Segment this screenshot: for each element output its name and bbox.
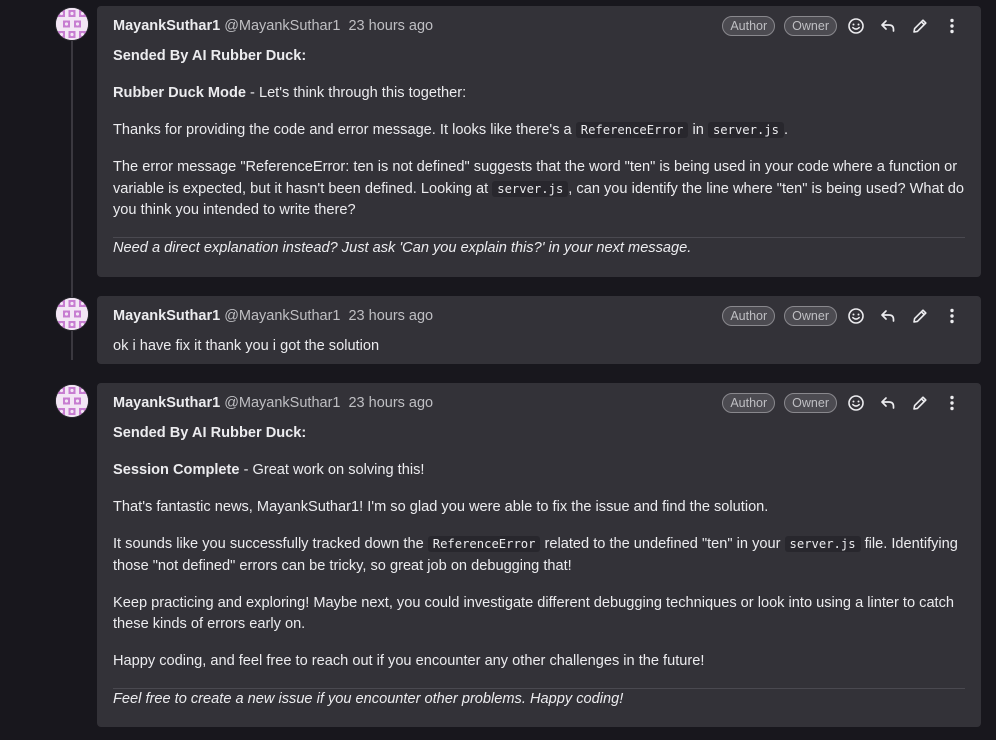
smiley-icon bbox=[848, 308, 864, 324]
more-actions-button[interactable] bbox=[939, 13, 965, 39]
pencil-icon bbox=[913, 309, 927, 323]
paragraph-text: in bbox=[688, 122, 708, 138]
reply-button[interactable] bbox=[875, 390, 901, 416]
paragraph-text: That's fantastic news, MayankSuthar1! I'… bbox=[113, 499, 769, 515]
footnote: Feel free to create a new issue if you e… bbox=[113, 691, 624, 707]
author-badge: Author bbox=[722, 393, 776, 413]
mode-description: - Let's think through this together: bbox=[245, 85, 467, 101]
reply-button[interactable] bbox=[875, 13, 901, 39]
comment-text: ok i have fix it thank you i got the sol… bbox=[113, 338, 380, 354]
avatar[interactable] bbox=[56, 8, 88, 40]
reply-icon bbox=[881, 20, 895, 32]
paragraph-text: related to the undefined "ten" in your bbox=[540, 536, 785, 552]
author-name[interactable]: MayankSuthar1 bbox=[113, 308, 220, 324]
mode-description: - Great work on solving this! bbox=[239, 462, 425, 478]
add-reaction-button[interactable] bbox=[843, 303, 869, 329]
kebab-menu-icon bbox=[950, 308, 954, 324]
more-actions-button[interactable] bbox=[939, 303, 965, 329]
footnote: Need a direct explanation instead? Just … bbox=[113, 240, 692, 256]
comment-card: MayankSuthar1 @MayankSuthar1 23 hours ag… bbox=[97, 296, 981, 364]
comment-card: MayankSuthar1 @MayankSuthar1 23 hours ag… bbox=[97, 6, 981, 277]
inline-code: ReferenceError bbox=[575, 122, 689, 138]
author-handle[interactable]: @MayankSuthar1 bbox=[224, 395, 340, 411]
author-handle[interactable]: @MayankSuthar1 bbox=[224, 18, 340, 34]
inline-code: ReferenceError bbox=[427, 536, 541, 552]
timestamp[interactable]: 23 hours ago bbox=[348, 308, 433, 324]
timestamp[interactable]: 23 hours ago bbox=[348, 18, 433, 34]
author-badge: Author bbox=[722, 306, 776, 326]
add-reaction-button[interactable] bbox=[843, 13, 869, 39]
reply-icon bbox=[881, 397, 895, 409]
comment-actions: Author Owner bbox=[713, 383, 965, 423]
owner-badge: Owner bbox=[784, 306, 837, 326]
kebab-menu-icon bbox=[950, 395, 954, 411]
comment-body: Sended By AI Rubber Duck: Rubber Duck Mo… bbox=[113, 46, 965, 272]
timestamp[interactable]: 23 hours ago bbox=[348, 395, 433, 411]
avatar[interactable] bbox=[56, 298, 88, 330]
paragraph-text: It sounds like you successfully tracked … bbox=[113, 536, 428, 552]
kebab-menu-icon bbox=[950, 18, 954, 34]
paragraph-text: . bbox=[783, 122, 789, 138]
comment-header: MayankSuthar1 @MayankSuthar1 23 hours ag… bbox=[113, 6, 965, 46]
author-name[interactable]: MayankSuthar1 bbox=[113, 18, 220, 34]
reply-icon bbox=[881, 310, 895, 322]
edit-button[interactable] bbox=[907, 13, 933, 39]
edit-button[interactable] bbox=[907, 303, 933, 329]
owner-badge: Owner bbox=[784, 393, 837, 413]
smiley-icon bbox=[848, 18, 864, 34]
mode-title: Rubber Duck Mode bbox=[113, 85, 246, 101]
comment-header: MayankSuthar1 @MayankSuthar1 23 hours ag… bbox=[113, 296, 965, 336]
comment-header: MayankSuthar1 @MayankSuthar1 23 hours ag… bbox=[113, 383, 965, 423]
comment-body: Sended By AI Rubber Duck: Session Comple… bbox=[113, 423, 965, 723]
add-reaction-button[interactable] bbox=[843, 390, 869, 416]
inline-code: server.js bbox=[707, 122, 784, 138]
paragraph-text: Thanks for providing the code and error … bbox=[113, 122, 576, 138]
inline-code: server.js bbox=[784, 536, 861, 552]
identicon-image bbox=[56, 8, 88, 40]
identicon-image bbox=[56, 298, 88, 330]
comment-actions: Author Owner bbox=[713, 6, 965, 46]
comment-actions: Author Owner bbox=[713, 296, 965, 336]
bot-header-line: Sended By AI Rubber Duck: bbox=[113, 48, 307, 64]
edit-button[interactable] bbox=[907, 390, 933, 416]
comment-card: MayankSuthar1 @MayankSuthar1 23 hours ag… bbox=[97, 383, 981, 727]
owner-badge: Owner bbox=[784, 16, 837, 36]
paragraph-text: Keep practicing and exploring! Maybe nex… bbox=[113, 594, 955, 633]
pencil-icon bbox=[913, 396, 927, 410]
author-name[interactable]: MayankSuthar1 bbox=[113, 395, 220, 411]
pencil-icon bbox=[913, 19, 927, 33]
reply-button[interactable] bbox=[875, 303, 901, 329]
more-actions-button[interactable] bbox=[939, 390, 965, 416]
paragraph-text: Happy coding, and feel free to reach out… bbox=[113, 653, 705, 669]
inline-code: server.js bbox=[492, 180, 569, 197]
smiley-icon bbox=[848, 395, 864, 411]
comment-body: ok i have fix it thank you i got the sol… bbox=[113, 336, 965, 358]
mode-title: Session Complete bbox=[113, 462, 240, 478]
bot-header-line: Sended By AI Rubber Duck: bbox=[113, 425, 307, 441]
author-handle[interactable]: @MayankSuthar1 bbox=[224, 308, 340, 324]
identicon-image bbox=[56, 385, 88, 417]
avatar[interactable] bbox=[56, 385, 88, 417]
author-badge: Author bbox=[722, 16, 776, 36]
